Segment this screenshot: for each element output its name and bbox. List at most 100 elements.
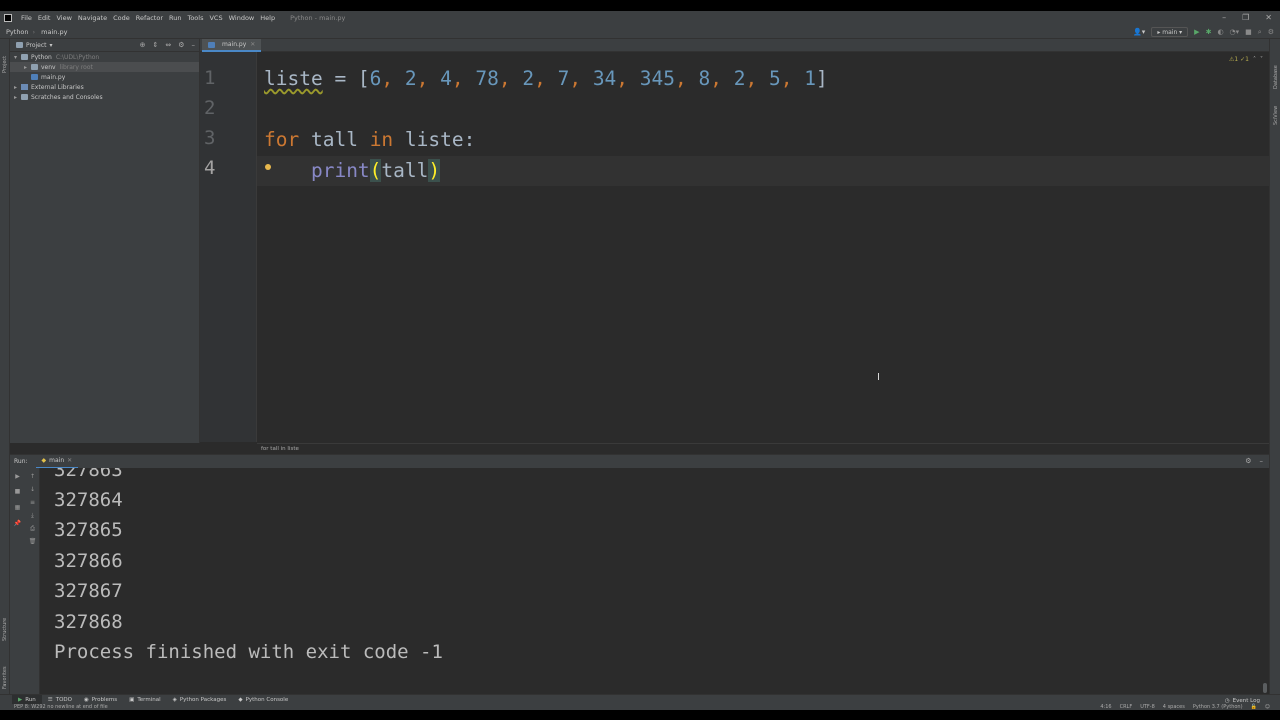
chevron-right-icon[interactable]: ▸ <box>24 64 31 71</box>
left-tool-stripe: Project Structure Favorites <box>0 39 10 694</box>
chevron-down-icon[interactable]: ▾ <box>50 42 53 49</box>
trash-icon[interactable]: 🗑 <box>28 538 37 545</box>
number-literal: 78 <box>475 67 499 90</box>
scroll-to-end-icon[interactable]: ⤓ <box>28 512 37 519</box>
structure-tool-label[interactable]: Structure <box>2 618 8 641</box>
comma: , <box>780 67 805 90</box>
close-icon[interactable]: ✕ <box>1265 13 1272 22</box>
run-tab-label: main <box>49 457 65 464</box>
settings-icon[interactable]: ⚙ <box>1268 28 1274 36</box>
python-file-icon <box>208 41 215 48</box>
menu-item-view[interactable]: View <box>53 14 74 22</box>
user-icon[interactable]: 👤▾ <box>1133 28 1145 36</box>
run-configuration-select[interactable]: ▸ main ▾ <box>1151 27 1189 37</box>
project-view-select[interactable]: Project <box>26 42 47 49</box>
menu-item-code[interactable]: Code <box>110 14 133 22</box>
hide-icon[interactable]: – <box>192 41 196 49</box>
menu-item-vcs[interactable]: VCS <box>206 14 225 22</box>
nav-crumb-project[interactable]: Python <box>0 28 33 36</box>
soft-wrap-icon[interactable]: ≡ <box>28 499 37 506</box>
lightbulb-icon[interactable] <box>265 164 271 170</box>
stop-icon[interactable]: ■ <box>13 488 22 495</box>
tree-item-hint: C:\UDL\Python <box>55 53 100 61</box>
editor-breadcrumb[interactable]: for tall in liste <box>257 443 1269 454</box>
tree-item[interactable]: ▾ Python C:\UDL\Python <box>10 52 199 62</box>
tab-main-py[interactable]: main.py ✕ <box>202 39 262 52</box>
nav-crumb-file[interactable]: main.py <box>35 28 71 36</box>
run-panel-tools: ⚙ – <box>1245 457 1263 465</box>
menu-item-file[interactable]: File <box>18 14 35 22</box>
tree-item-hint: library root <box>59 63 93 71</box>
hide-icon[interactable]: – <box>1260 457 1264 465</box>
chevron-up-icon[interactable]: ˄ <box>1253 56 1256 63</box>
chevron-right-icon[interactable]: ▸ <box>14 84 21 91</box>
menu-item-run[interactable]: Run <box>166 14 184 22</box>
gear-icon[interactable]: ⚙ <box>1245 457 1251 465</box>
expand-all-icon[interactable]: ⇕ <box>152 41 158 49</box>
debug-icon[interactable]: ✱ <box>1206 28 1212 36</box>
chevron-down-icon[interactable]: ▾ <box>14 54 21 61</box>
paren-open: ( <box>369 159 382 182</box>
favorites-tool-label[interactable]: Favorites <box>2 666 8 689</box>
tool-window-terminal[interactable]: ▣ Terminal <box>123 695 166 705</box>
tool-window-python-packages[interactable]: ◈ Python Packages <box>167 695 233 705</box>
chevron-right-icon[interactable]: ▸ <box>14 94 21 101</box>
number-literal: 2 <box>522 67 535 90</box>
collapse-all-icon[interactable]: ⇔ <box>165 41 171 49</box>
python-icon: ◆ <box>238 696 243 703</box>
console-line: 327865 <box>54 519 123 541</box>
tab-label: main.py <box>222 41 247 48</box>
project-tool-label[interactable]: Project <box>2 56 8 73</box>
print-icon[interactable]: ⎙ <box>28 525 37 532</box>
tool-window-problems[interactable]: ◉ Problems <box>78 695 123 705</box>
menu-item-navigate[interactable]: Navigate <box>75 14 110 22</box>
run-toolbar-secondary: ↑ ↓ ≡ ⤓ ⎙ 🗑 <box>25 468 40 694</box>
tool-window-label: Python Console <box>245 696 289 703</box>
number-literal: 5 <box>768 67 781 90</box>
tree-item[interactable]: ▸ External Libraries <box>10 82 199 92</box>
console-scrollbar[interactable] <box>1263 683 1267 693</box>
restore-icon[interactable]: ❐ <box>1242 13 1249 22</box>
tree-item[interactable]: main.py <box>10 72 199 82</box>
menu-item-refactor[interactable]: Refactor <box>133 14 166 22</box>
minimize-icon[interactable]: – <box>1222 13 1226 22</box>
console-line: 327867 <box>54 580 123 602</box>
sciview-tool-label[interactable]: SciView <box>1273 106 1279 125</box>
profile-icon[interactable]: ◔▾ <box>1230 28 1240 36</box>
stop-icon[interactable]: ■ <box>1245 28 1252 36</box>
run-tab-main[interactable]: ◆ main ✕ <box>35 455 79 469</box>
right-tool-stripe: Database SciView <box>1269 39 1280 694</box>
run-console[interactable]: 327863 327864 327865 327866 327867 32786… <box>40 468 1269 694</box>
arrow-down-icon[interactable]: ↓ <box>28 486 37 493</box>
project-panel: Project ▾ ⊕ ⇕ ⇔ ⚙ – ▾ Python C:\UDL\Python… <box>10 39 200 443</box>
search-icon[interactable]: ⌕ <box>1258 28 1262 37</box>
pin-icon[interactable]: 📌 <box>13 520 22 527</box>
close-tab-icon[interactable]: ✕ <box>250 41 255 48</box>
run-icon[interactable]: ▶ <box>1194 28 1199 36</box>
database-tool-label[interactable]: Database <box>1273 65 1279 89</box>
coverage-icon[interactable]: ◐ <box>1217 28 1223 36</box>
comma: , <box>534 67 558 90</box>
menu-item-help[interactable]: Help <box>257 14 278 22</box>
gear-icon[interactable]: ⚙ <box>178 41 184 49</box>
locate-file-icon[interactable]: ⊕ <box>140 41 146 49</box>
tool-window-todo[interactable]: ☰ TODO <box>42 695 78 705</box>
tree-item[interactable]: ▸ Scratches and Consoles <box>10 92 199 102</box>
arrow-up-icon[interactable]: ↑ <box>28 473 37 480</box>
tool-window-run[interactable]: ▶ Run <box>12 694 42 705</box>
chevron-down-icon[interactable]: ˅ <box>1260 56 1263 63</box>
tree-item[interactable]: ▸ venv library root <box>10 62 199 72</box>
menu-item-edit[interactable]: Edit <box>35 14 54 22</box>
tool-window-label: Terminal <box>137 696 161 703</box>
rerun-icon[interactable]: ▶ <box>13 473 22 480</box>
close-tab-icon[interactable]: ✕ <box>67 457 72 464</box>
layout-icon[interactable]: ▦ <box>13 504 22 511</box>
menu-item-tools[interactable]: Tools <box>184 14 206 22</box>
inspection-widget[interactable]: ⚠1 ✓1 ˄ ˅ <box>1229 56 1263 63</box>
menu-item-window[interactable]: Window <box>226 14 258 22</box>
top-black-band <box>0 0 1280 11</box>
library-icon <box>21 84 28 90</box>
tool-window-python-console[interactable]: ◆ Python Console <box>232 695 294 705</box>
code-editor[interactable]: ⚠1 ✓1 ˄ ˅ liste = [6, 2, 4, 78, 2, 7, 34… <box>257 52 1269 442</box>
list-close: ] <box>815 67 828 90</box>
